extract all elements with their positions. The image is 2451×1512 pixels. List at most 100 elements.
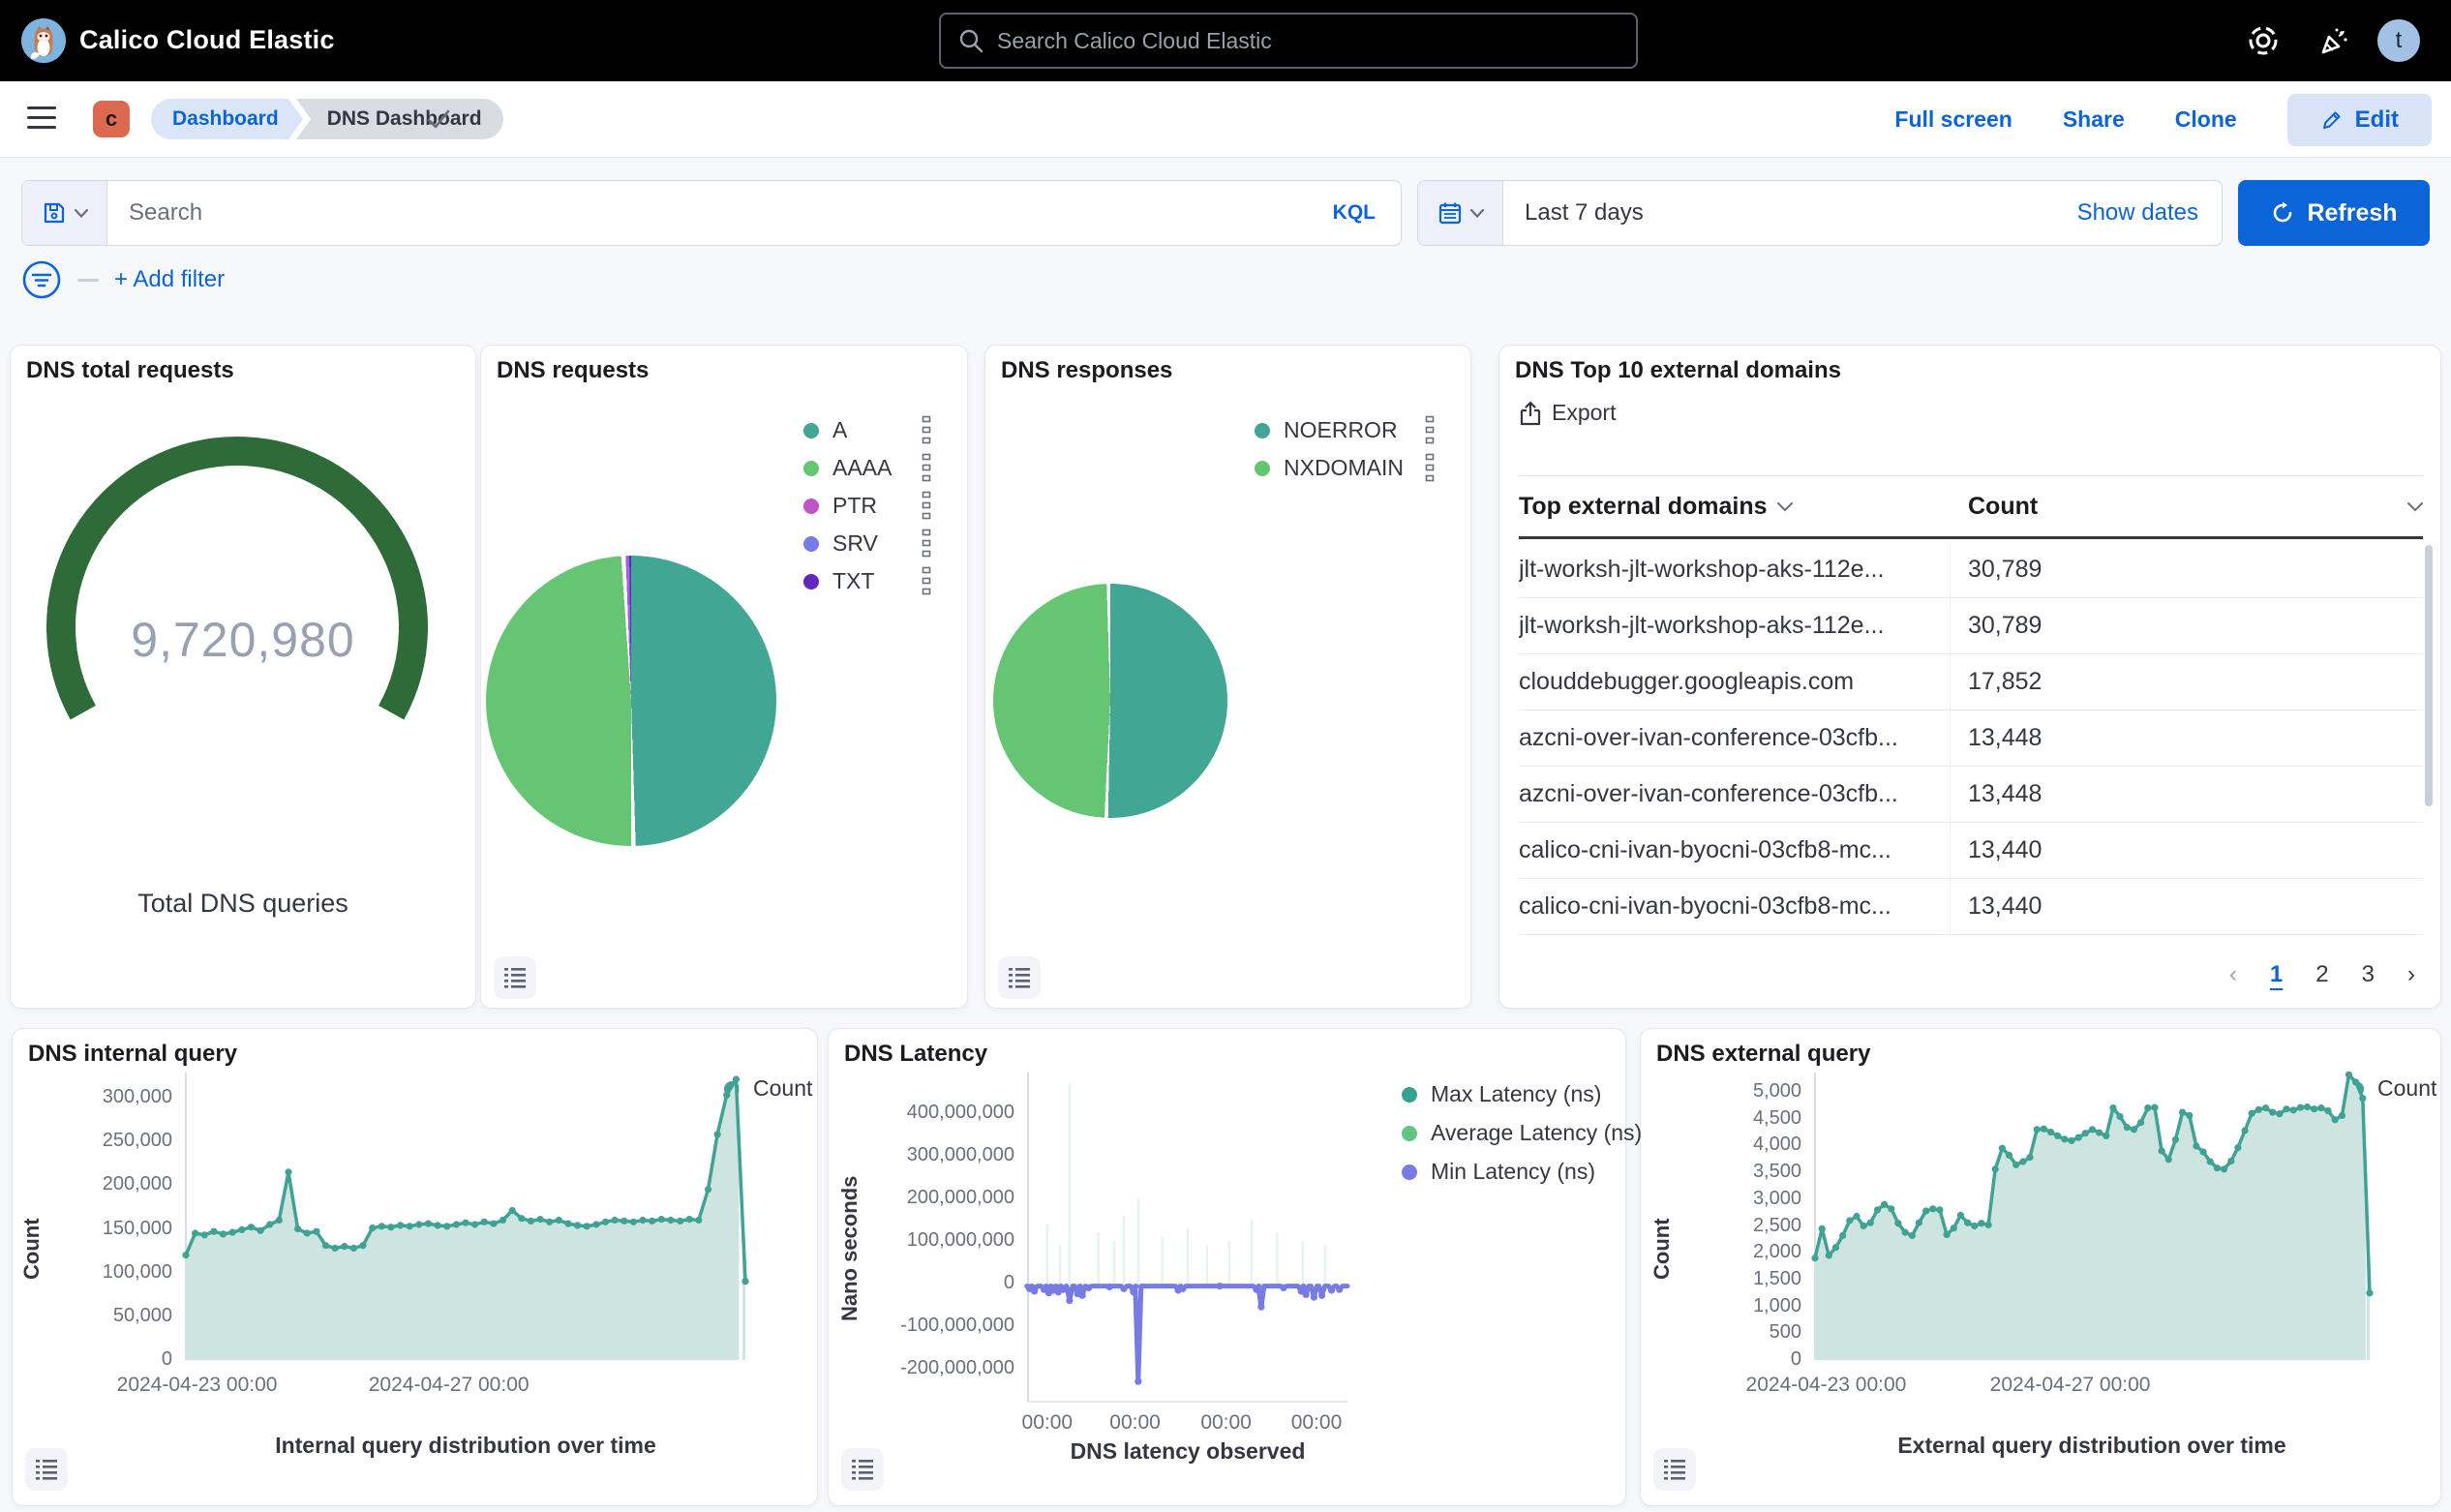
dns-requests-pie-chart[interactable]: [486, 556, 776, 846]
pagination-page-1[interactable]: 1: [2270, 961, 2283, 988]
table-header: Top external domains Count: [1519, 477, 2423, 539]
legend-item-min-latency-ns-[interactable]: Min Latency (ns): [1402, 1159, 1595, 1185]
panel-legend-toggle-button[interactable]: [25, 1448, 68, 1491]
legend-color-dot: [803, 574, 819, 590]
panel-legend-toggle-button[interactable]: [998, 956, 1041, 999]
legend-item-noerror[interactable]: NOERROR: [1255, 417, 1398, 443]
y-axis-tick-label: 200,000,000: [879, 1187, 1014, 1209]
legend-actions-kebab-icon[interactable]: [922, 529, 931, 556]
y-axis-tick-label: 0: [879, 1272, 1014, 1294]
legend-item-ptr[interactable]: PTR: [803, 493, 877, 519]
domain-cell: azcni-over-ivan-conference-03cfb...: [1519, 711, 1951, 766]
pagination-page-2[interactable]: 2: [2315, 961, 2328, 988]
list-icon: [1008, 966, 1031, 989]
share-button[interactable]: Share: [2063, 106, 2125, 133]
save-icon: [42, 200, 67, 226]
domain-cell: clouddebugger.googleapis.com: [1519, 654, 1951, 710]
full-screen-button[interactable]: Full screen: [1894, 106, 2012, 133]
pagination-next-icon[interactable]: ›: [2407, 961, 2415, 988]
user-avatar[interactable]: t: [2377, 19, 2420, 62]
top-header-bar: Calico Cloud Elastic Search Calico Cloud…: [0, 0, 2451, 81]
legend-actions-kebab-icon[interactable]: [922, 491, 931, 518]
legend-actions-kebab-icon[interactable]: [1425, 453, 1435, 480]
news-party-popper-icon[interactable]: [2315, 23, 2350, 58]
pagination-page-3[interactable]: 3: [2362, 961, 2375, 988]
legend-actions-kebab-icon[interactable]: [1425, 415, 1435, 442]
domain-cell: jlt-worksh-jlt-workshop-aks-112e...: [1519, 598, 1951, 653]
dns-responses-pie-chart[interactable]: [993, 584, 1227, 818]
panel-legend-toggle-button[interactable]: [1653, 1448, 1696, 1491]
add-filter-button[interactable]: + Add filter: [114, 266, 225, 293]
column-header-domains[interactable]: Top external domains: [1519, 493, 1951, 521]
internal_query-chart: [186, 1073, 745, 1360]
legend-item-txt[interactable]: TXT: [803, 568, 874, 594]
panel-legend-toggle-button[interactable]: [494, 956, 536, 999]
legend-actions-kebab-icon[interactable]: [922, 566, 931, 593]
date-picker[interactable]: Last 7 days Show dates: [1417, 180, 2223, 246]
legend-item-max-latency-ns-[interactable]: Max Latency (ns): [1402, 1081, 1601, 1107]
legend-item-aaaa[interactable]: AAAA: [803, 455, 892, 481]
table-scrollbar[interactable]: [2425, 545, 2433, 806]
count-cell: 13,448: [1951, 724, 2042, 752]
legend-color-dot: [1402, 1164, 1417, 1180]
x-axis-tick-label: 00:00: [1291, 1411, 1343, 1435]
y-axis-tick-label: 2,500: [1666, 1215, 1801, 1237]
gauge-value: 9,720,980: [10, 612, 476, 668]
list-icon: [503, 966, 527, 989]
clone-button[interactable]: Clone: [2175, 106, 2237, 133]
legend-actions-kebab-icon[interactable]: [922, 453, 931, 480]
panel-title: DNS requests: [497, 357, 649, 384]
edit-button[interactable]: Edit: [2287, 94, 2432, 146]
table-row: clouddebugger.googleapis.com17,852: [1519, 654, 2423, 711]
calico-logo[interactable]: [21, 18, 66, 63]
dns-latency-chart: [1028, 1073, 1347, 1402]
y-axis-tick-label: 150,000: [37, 1218, 172, 1240]
table-row: azcni-over-ivan-conference-03cfb...13,44…: [1519, 711, 2423, 767]
table-row: calico-cni-ivan-byocni-03cfb8-mc...13,44…: [1519, 879, 2423, 935]
saved-query-menu-button[interactable]: [22, 181, 107, 245]
legend-actions-kebab-icon[interactable]: [922, 415, 931, 442]
legend-item-srv[interactable]: SRV: [803, 530, 878, 557]
kql-language-button[interactable]: KQL: [1333, 201, 1376, 225]
y-axis-tick-label: 4,500: [1666, 1107, 1801, 1130]
breadcrumb-dashboard[interactable]: Dashboard: [151, 99, 288, 139]
pagination-prev-icon[interactable]: ‹: [2229, 961, 2237, 988]
panel-title: DNS responses: [1001, 357, 1172, 384]
y-axis-tick-label: 100,000: [37, 1261, 172, 1284]
refresh-button-label: Refresh: [2307, 199, 2397, 227]
divider: [1519, 475, 2423, 476]
legend-color-dot: [803, 536, 819, 552]
space-badge[interactable]: c: [93, 101, 130, 137]
dns-dashboard-page: Calico Cloud Elastic Search Calico Cloud…: [0, 0, 2451, 1512]
y-axis-tick-label: 500: [1666, 1321, 1801, 1344]
show-dates-button[interactable]: Show dates: [2077, 199, 2198, 227]
saved-check-icon: [426, 108, 451, 130]
legend-label: Count: [2377, 1075, 2436, 1102]
column-header-count[interactable]: Count: [1951, 493, 2423, 521]
calico-cat-logo-icon: [21, 18, 66, 63]
breadcrumb-dns-dashboard[interactable]: DNS Dashboard: [296, 99, 503, 139]
global-search-input[interactable]: Search Calico Cloud Elastic: [939, 13, 1638, 69]
domain-cell: azcni-over-ivan-conference-03cfb...: [1519, 767, 1951, 822]
list-icon: [1663, 1458, 1686, 1481]
legend-item-average-latency-ns-[interactable]: Average Latency (ns): [1402, 1120, 1642, 1146]
time-range-value[interactable]: Last 7 days: [1525, 199, 2077, 227]
kql-search-bar[interactable]: Search KQL: [21, 180, 1402, 246]
legend-item-nxdomain[interactable]: NXDOMAIN: [1255, 455, 1404, 481]
y-axis-tick-label: 1,500: [1666, 1268, 1801, 1290]
y-axis-tick-label: 100,000,000: [879, 1229, 1014, 1252]
help-icon[interactable]: [2246, 23, 2281, 58]
table-row: azcni-over-ivan-conference-03cfb...13,44…: [1519, 767, 2423, 823]
export-button[interactable]: Export: [1519, 400, 1616, 426]
panel-legend-toggle-button[interactable]: [841, 1448, 884, 1491]
count-cell: 17,852: [1951, 668, 2042, 696]
avatar-initial: t: [2396, 27, 2403, 54]
y-axis-tick-label: 300,000: [37, 1086, 172, 1108]
legend-item-a[interactable]: A: [803, 417, 847, 443]
list-icon: [35, 1458, 58, 1481]
table-row: calico-cni-ivan-byocni-03cfb8-mc...13,44…: [1519, 823, 2423, 879]
filter-icon[interactable]: [21, 259, 62, 300]
date-quick-menu-button[interactable]: [1418, 181, 1503, 245]
menu-hamburger-icon[interactable]: [27, 106, 56, 132]
refresh-button[interactable]: Refresh: [2238, 180, 2430, 246]
